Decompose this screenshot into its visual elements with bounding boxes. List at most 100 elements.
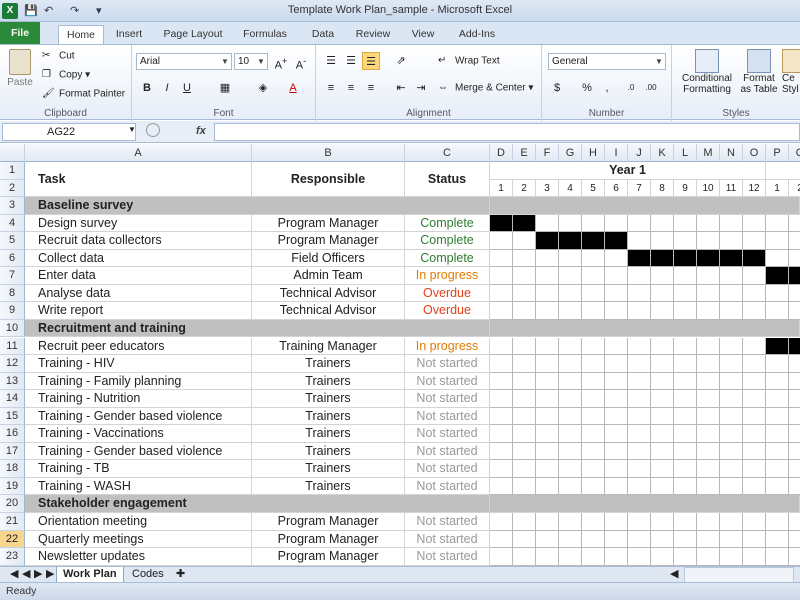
- gantt-cell-active[interactable]: [743, 249, 766, 268]
- gantt-cell[interactable]: [720, 267, 743, 285]
- align-middle-icon[interactable]: ☰: [342, 52, 360, 70]
- row-header[interactable]: 3: [0, 197, 25, 215]
- gantt-cell[interactable]: [490, 267, 513, 285]
- gantt-cell[interactable]: [651, 267, 674, 285]
- gantt-cell[interactable]: [513, 425, 536, 443]
- gantt-cell[interactable]: [743, 355, 766, 373]
- status-cell[interactable]: In progress: [405, 337, 490, 356]
- row-header[interactable]: 8: [0, 284, 25, 303]
- gantt-cell[interactable]: [605, 284, 628, 303]
- status-cell[interactable]: Not started: [405, 372, 490, 391]
- status-column-header[interactable]: Status: [405, 162, 490, 198]
- year-1-header[interactable]: Year 1: [490, 162, 766, 180]
- gantt-cell[interactable]: [605, 425, 628, 443]
- gantt-cell[interactable]: [766, 530, 789, 549]
- task-cell[interactable]: Training - Vaccinations: [25, 425, 252, 443]
- gantt-cell[interactable]: [674, 442, 697, 461]
- align-top-icon[interactable]: ☰: [322, 52, 340, 70]
- gantt-cell[interactable]: [766, 477, 789, 496]
- gantt-cell[interactable]: [720, 442, 743, 461]
- gantt-cell[interactable]: [490, 355, 513, 373]
- gantt-cell[interactable]: [697, 442, 720, 461]
- gantt-cell-active[interactable]: [605, 232, 628, 250]
- task-cell[interactable]: Training - WASH: [25, 477, 252, 496]
- gantt-cell[interactable]: [559, 372, 582, 391]
- task-column-header[interactable]: Task: [25, 162, 252, 198]
- gantt-cell[interactable]: [674, 425, 697, 443]
- gantt-cell[interactable]: [651, 355, 674, 373]
- column-header-f[interactable]: F: [536, 144, 559, 162]
- gantt-cell[interactable]: [582, 477, 605, 496]
- row-header[interactable]: 13: [0, 372, 25, 391]
- month-header[interactable]: 2: [513, 179, 536, 198]
- gantt-cell[interactable]: [536, 460, 559, 478]
- gantt-cell[interactable]: [674, 390, 697, 408]
- gantt-cell[interactable]: [766, 390, 789, 408]
- decrease-decimal-icon[interactable]: .00: [642, 79, 660, 97]
- gantt-cell[interactable]: [490, 442, 513, 461]
- gantt-cell[interactable]: [674, 232, 697, 250]
- gantt-cell[interactable]: [651, 548, 674, 566]
- column-header-p[interactable]: P: [766, 144, 789, 162]
- column-header-m[interactable]: M: [697, 144, 720, 162]
- sheet-tab-work-plan[interactable]: Work Plan: [56, 567, 124, 583]
- gantt-cell[interactable]: [720, 214, 743, 233]
- shrink-font-button[interactable]: A-: [292, 52, 310, 72]
- gantt-cell[interactable]: [628, 214, 651, 233]
- tab-review[interactable]: Review: [350, 25, 396, 44]
- responsible-cell[interactable]: Trainers: [252, 390, 405, 408]
- responsible-cell[interactable]: Field Officers: [252, 249, 405, 268]
- gantt-cell[interactable]: [766, 372, 789, 391]
- orientation-icon[interactable]: ⇗: [392, 52, 410, 70]
- task-cell[interactable]: Design survey: [25, 214, 252, 233]
- gantt-cell[interactable]: [674, 372, 697, 391]
- font-size-select[interactable]: 10 ▼: [234, 53, 268, 70]
- gantt-cell[interactable]: [490, 372, 513, 391]
- gantt-cell[interactable]: [605, 372, 628, 391]
- borders-icon[interactable]: ▦: [216, 79, 234, 97]
- gantt-cell[interactable]: [720, 302, 743, 320]
- gantt-cell[interactable]: [766, 355, 789, 373]
- month-header[interactable]: 6: [605, 179, 628, 198]
- gantt-cell[interactable]: [697, 460, 720, 478]
- gantt-cell[interactable]: [720, 232, 743, 250]
- gantt-cell[interactable]: [605, 548, 628, 566]
- gantt-cell[interactable]: [697, 530, 720, 549]
- section-header[interactable]: Baseline survey: [25, 197, 490, 215]
- gantt-cell[interactable]: [582, 214, 605, 233]
- task-cell[interactable]: Newsletter updates: [25, 548, 252, 566]
- gantt-cell[interactable]: [559, 513, 582, 531]
- row-header[interactable]: 6: [0, 249, 25, 268]
- gantt-cell[interactable]: [766, 302, 789, 320]
- gantt-cell[interactable]: [743, 425, 766, 443]
- task-cell[interactable]: Training - TB: [25, 460, 252, 478]
- gantt-cell[interactable]: [605, 460, 628, 478]
- decrease-indent-icon[interactable]: ⇤: [392, 79, 410, 97]
- responsible-cell[interactable]: Trainers: [252, 477, 405, 496]
- responsible-cell[interactable]: Program Manager: [252, 530, 405, 549]
- gantt-cell[interactable]: [674, 460, 697, 478]
- row-header[interactable]: 18: [0, 460, 25, 478]
- gantt-cell[interactable]: [789, 250, 800, 268]
- task-cell[interactable]: Training - Family planning: [25, 372, 252, 391]
- chevron-down-icon[interactable]: ▼: [128, 125, 136, 134]
- gantt-cell[interactable]: [697, 513, 720, 531]
- gantt-cell[interactable]: [628, 548, 651, 566]
- sheet-tab-codes[interactable]: Codes: [126, 567, 170, 583]
- gantt-cell[interactable]: [766, 548, 789, 566]
- section-header-fill[interactable]: [490, 495, 800, 513]
- gantt-cell[interactable]: [628, 513, 651, 531]
- responsible-cell[interactable]: Admin Team: [252, 267, 405, 285]
- row-header[interactable]: 23: [0, 548, 25, 566]
- gantt-cell[interactable]: [536, 214, 559, 233]
- status-cell[interactable]: Not started: [405, 548, 490, 566]
- gantt-cell[interactable]: [674, 267, 697, 285]
- responsible-cell[interactable]: Trainers: [252, 425, 405, 443]
- gantt-cell[interactable]: [651, 284, 674, 303]
- gantt-cell[interactable]: [559, 425, 582, 443]
- gantt-cell[interactable]: [697, 548, 720, 566]
- gantt-cell[interactable]: [697, 267, 720, 285]
- gantt-cell[interactable]: [743, 214, 766, 233]
- gantt-cell[interactable]: [789, 390, 800, 408]
- gantt-cell[interactable]: [720, 355, 743, 373]
